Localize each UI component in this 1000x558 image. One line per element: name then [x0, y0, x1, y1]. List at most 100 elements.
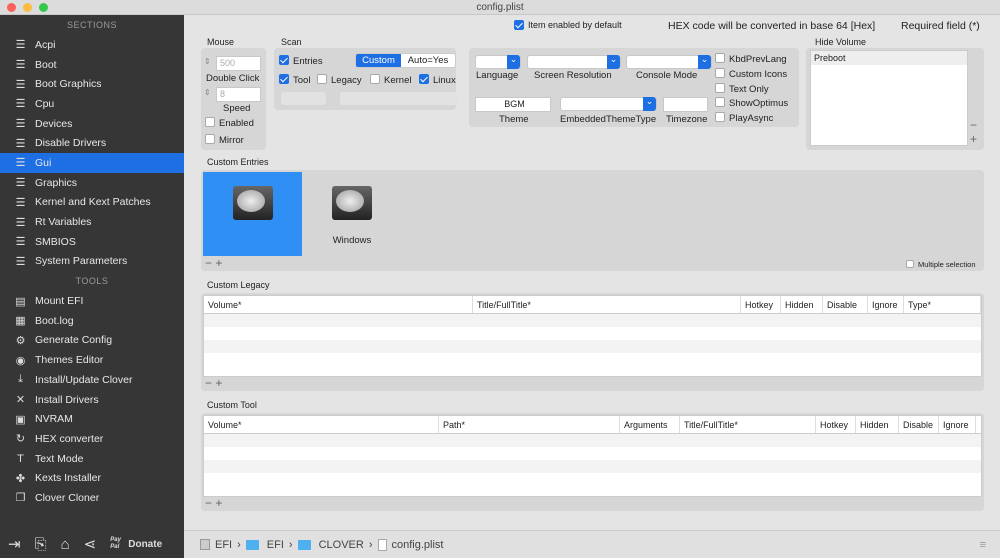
double-click-field[interactable]: 500 — [216, 56, 261, 71]
sidebar-item-disable-drivers[interactable]: ☰ Disable Drivers — [0, 133, 184, 153]
sidebar-item-clover-cloner[interactable]: ❐ Clover Cloner — [0, 488, 184, 508]
list-item[interactable]: Preboot — [811, 51, 967, 65]
screen-resolution-label: Screen Resolution — [534, 70, 612, 81]
sidebar-item-graphics[interactable]: ☰ Graphics — [0, 173, 184, 193]
sidebar-item-kexts-installer[interactable]: ✤ Kexts Installer — [0, 468, 184, 488]
column-header[interactable]: Volume* — [204, 296, 473, 313]
legacy-checkbox[interactable]: Legacy — [317, 74, 362, 86]
speed-field[interactable]: 8 — [216, 87, 261, 102]
sidebar-item-acpi[interactable]: ☰ Acpi — [0, 35, 184, 55]
column-header[interactable]: Disable — [823, 296, 868, 313]
hide-volume-panel: Preboot − + — [806, 48, 984, 150]
double-click-stepper[interactable]: ⇕ — [204, 57, 211, 66]
multiple-selection-checkbox[interactable]: Multiple selection — [906, 260, 976, 269]
list-icon: ☰ — [15, 78, 26, 91]
mirror-checkbox[interactable]: Mirror — [205, 134, 244, 146]
scan-legacy-popup[interactable] — [281, 92, 326, 105]
segment-custom[interactable]: Custom — [356, 54, 401, 67]
hex-note: HEX code will be converted in base 64 [H… — [668, 20, 876, 32]
sidebar-item-install-drivers[interactable]: ✕ Install Drivers — [0, 390, 184, 410]
sidebar-item-hex-converter[interactable]: ↻ HEX converter — [0, 429, 184, 449]
speed-stepper[interactable]: ⇕ — [204, 88, 211, 97]
disk-icon: ▤ — [15, 295, 26, 308]
breadcrumb-item[interactable]: config.plist — [392, 539, 444, 551]
kbd-prev-lang-checkbox[interactable]: KbdPrevLang — [715, 53, 787, 65]
list-icon: ☰ — [15, 39, 26, 52]
column-header[interactable]: Volume* — [204, 416, 439, 433]
sidebar-item-devices[interactable]: ☰ Devices — [0, 114, 184, 134]
column-header[interactable]: Type* — [904, 296, 981, 313]
minimize-button[interactable] — [23, 3, 32, 12]
import-icon[interactable]: ⇥ — [8, 535, 21, 553]
screen-resolution-select[interactable] — [527, 55, 621, 69]
remove-icon[interactable]: − + — [205, 256, 222, 270]
remove-icon[interactable]: − — [970, 118, 977, 132]
column-header[interactable]: Arguments — [620, 416, 680, 433]
show-optimus-checkbox[interactable]: ShowOptimus — [715, 97, 788, 109]
sidebar-item-mount-efi[interactable]: ▤ Mount EFI — [0, 291, 184, 311]
sidebar-item-nvram[interactable]: ▣ NVRAM — [0, 409, 184, 429]
home-icon[interactable]: ⌂ — [61, 536, 70, 553]
sidebar-item-rt-variables[interactable]: ☰ Rt Variables — [0, 212, 184, 232]
sidebar-item-smbios[interactable]: ☰ SMBIOS — [0, 232, 184, 252]
custom-entry-tile[interactable] — [203, 172, 302, 256]
add-icon[interactable]: + — [970, 132, 977, 146]
share-icon[interactable]: ⋖ — [84, 535, 97, 553]
sidebar-item-boot-graphics[interactable]: ☰ Boot Graphics — [0, 74, 184, 94]
resize-grip-icon[interactable]: ≡ — [980, 539, 986, 551]
sidebar-item-gui[interactable]: ☰ Gui — [0, 153, 184, 173]
entries-checkbox[interactable]: Entries — [279, 55, 323, 67]
enabled-checkbox[interactable]: Enabled — [205, 117, 254, 129]
column-header[interactable]: Disable — [899, 416, 939, 433]
theme-field[interactable]: BGM — [475, 97, 551, 112]
add-remove-icon[interactable]: − + — [205, 496, 222, 510]
clone-icon: ❐ — [15, 492, 26, 505]
embedded-theme-type-select[interactable] — [560, 97, 657, 111]
column-header[interactable]: Hotkey — [741, 296, 781, 313]
custom-entry-tile[interactable]: Windows — [312, 172, 392, 256]
column-header[interactable]: Ignore — [939, 416, 976, 433]
sidebar-item-boot[interactable]: ☰ Boot — [0, 55, 184, 75]
breadcrumb-item[interactable]: EFI — [215, 539, 232, 551]
title-bar: config.plist — [0, 0, 1000, 15]
column-header[interactable]: Hidden — [781, 296, 823, 313]
theme-label: Theme — [499, 114, 529, 125]
export-icon[interactable]: ⎘ — [35, 536, 47, 553]
sidebar-item-system-parameters[interactable]: ☰ System Parameters — [0, 252, 184, 272]
timezone-field[interactable] — [663, 97, 708, 112]
custom-icons-checkbox[interactable]: Custom Icons — [715, 68, 787, 80]
breadcrumb-item[interactable]: EFI — [267, 539, 284, 551]
sidebar-item-generate-config[interactable]: ⚙ Generate Config — [0, 331, 184, 351]
column-header[interactable]: Hidden — [856, 416, 899, 433]
sidebar-item-install-update-clover[interactable]: ⤓ Install/Update Clover — [0, 370, 184, 390]
language-select[interactable] — [475, 55, 521, 69]
sidebar-item-cpu[interactable]: ☰ Cpu — [0, 94, 184, 114]
column-header[interactable]: Ignore — [868, 296, 904, 313]
column-header[interactable]: Title/FullTitle* — [473, 296, 741, 313]
donate-button[interactable]: Pay Pal Donate — [110, 537, 162, 551]
sidebar-item-themes-editor[interactable]: ◉ Themes Editor — [0, 350, 184, 370]
column-header[interactable]: Title/FullTitle* — [680, 416, 816, 433]
breadcrumb-item[interactable]: CLOVER — [319, 539, 364, 551]
kernel-checkbox[interactable]: Kernel — [370, 74, 411, 86]
sidebar-item-text-mode[interactable]: T Text Mode — [0, 449, 184, 469]
hard-drive-icon — [325, 178, 379, 232]
play-async-checkbox[interactable]: PlayAsync — [715, 112, 773, 124]
segment-auto[interactable]: Auto=Yes — [401, 54, 455, 67]
zoom-button[interactable] — [39, 3, 48, 12]
column-header[interactable]: Path* — [439, 416, 620, 433]
close-button[interactable] — [7, 3, 16, 12]
text-only-checkbox[interactable]: Text Only — [715, 83, 769, 95]
sidebar-item-label: Boot — [35, 58, 57, 71]
sidebar-item-boot-log[interactable]: ▦ Boot.log — [0, 311, 184, 331]
console-mode-select[interactable] — [626, 55, 712, 69]
column-header[interactable]: Hotkey — [816, 416, 856, 433]
add-remove-icon[interactable]: − + — [205, 376, 222, 390]
tool-checkbox[interactable]: Tool — [279, 74, 310, 86]
scan-kernel-popup[interactable] — [340, 92, 458, 105]
sidebar-item-kernel-and-kext-patches[interactable]: ☰ Kernel and Kext Patches — [0, 193, 184, 213]
wrench-icon: ✕ — [15, 394, 26, 407]
main-panel: Item enabled by default HEX code will be… — [184, 15, 1000, 558]
linux-checkbox[interactable]: Linux — [419, 74, 456, 86]
folder-icon — [297, 539, 311, 550]
